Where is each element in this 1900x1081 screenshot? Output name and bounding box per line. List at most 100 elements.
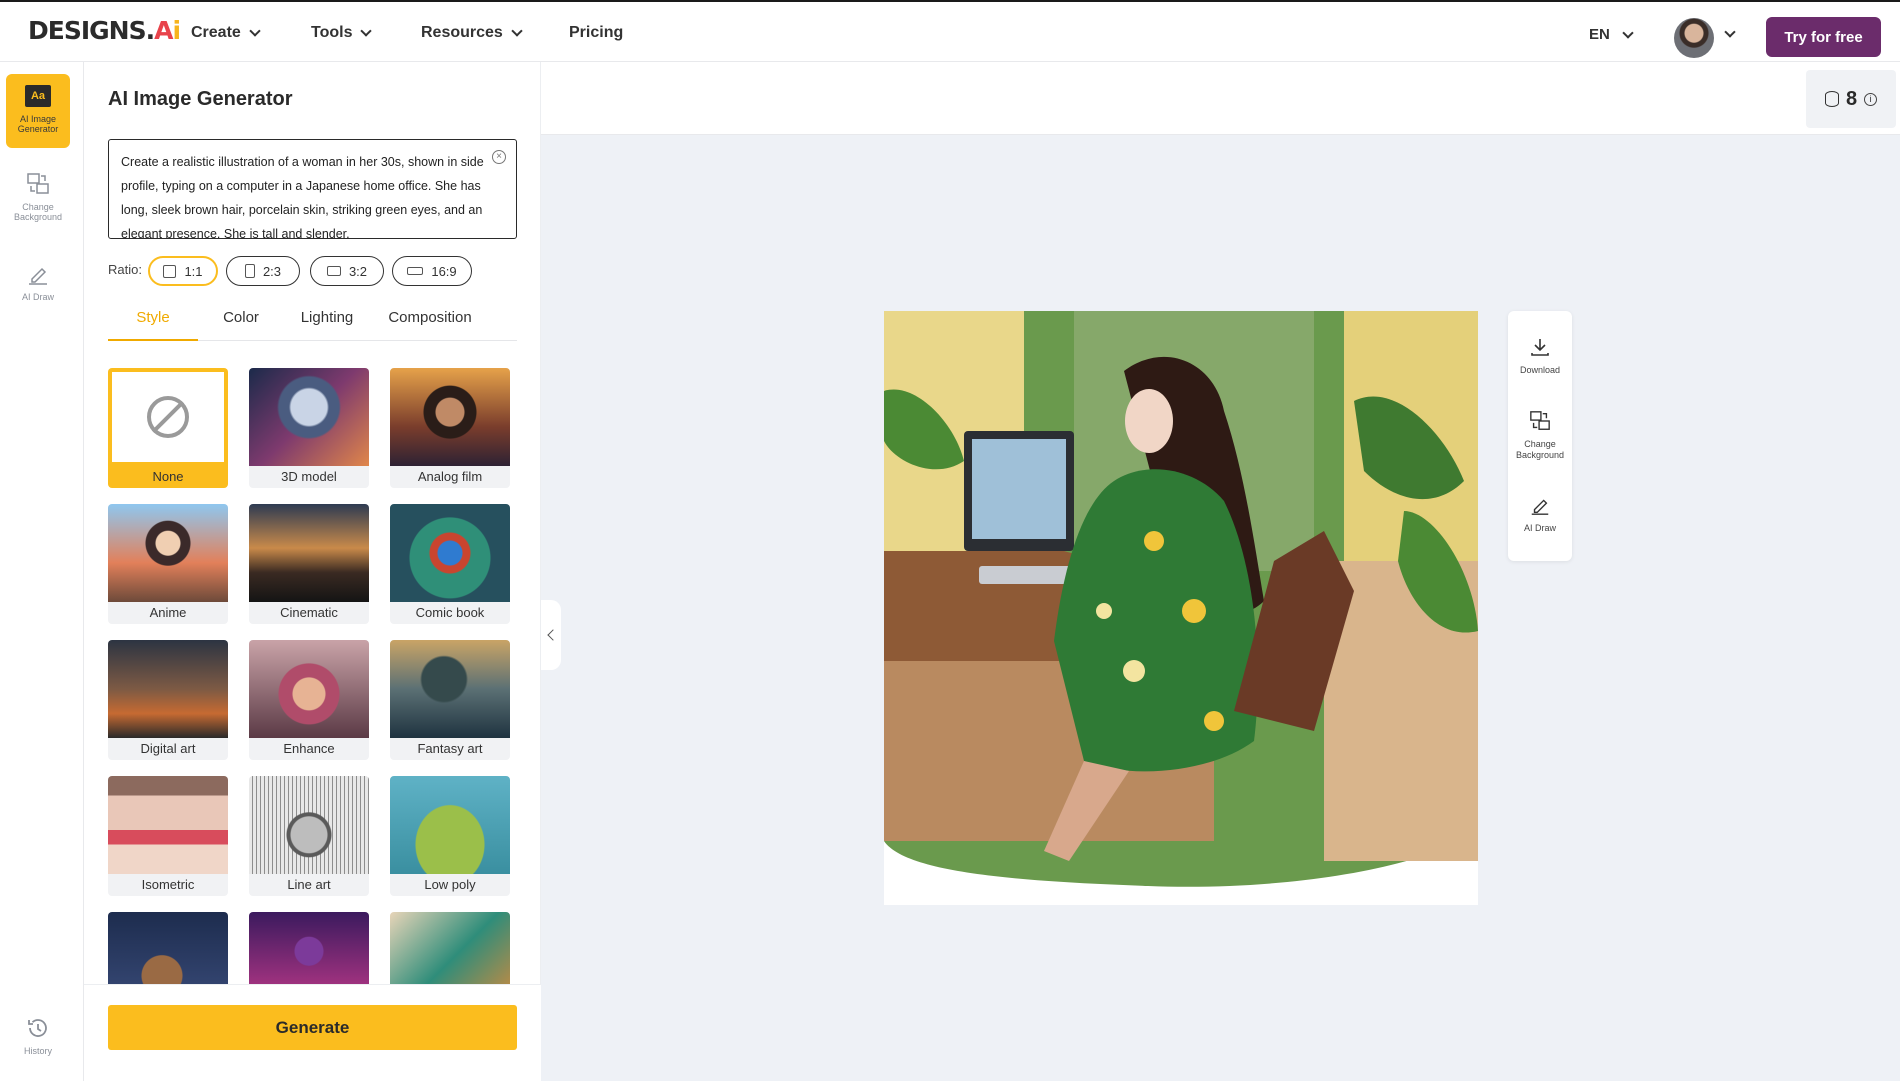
tool-label: Change Background — [1515, 439, 1565, 460]
style-label: Comic book — [415, 605, 485, 620]
download-button[interactable]: Download — [1508, 335, 1572, 376]
style-label: Isometric — [141, 877, 195, 892]
tab-composition[interactable]: Composition — [370, 309, 490, 341]
style-card-3d-model[interactable]: 3D model — [249, 368, 369, 488]
generate-footer: Generate — [84, 984, 541, 1081]
style-label: Low poly — [424, 877, 476, 892]
chevron-down-icon — [1622, 26, 1634, 39]
logo-text: DESIGNS. — [28, 16, 155, 45]
nav-pricing-label: Pricing — [569, 24, 624, 41]
ratio-button-3-2[interactable]: 3:2 — [310, 256, 384, 286]
style-card-digital-art[interactable]: Digital art — [108, 640, 228, 760]
tool-label: AI Draw — [1523, 523, 1556, 533]
aa-icon: Aa — [25, 84, 51, 108]
nav-create-label: Create — [191, 24, 241, 41]
clear-icon[interactable]: × — [492, 150, 506, 164]
rail-item-ai-draw[interactable]: AI Draw — [6, 252, 70, 326]
image-tools: Download Change Background AI Draw — [1508, 311, 1572, 561]
collapse-panel-button[interactable] — [541, 600, 561, 670]
style-thumb — [390, 640, 510, 738]
rail-label: Change Background — [13, 202, 63, 222]
prompt-input[interactable]: Create a realistic illustration of a wom… — [108, 139, 517, 239]
avatar[interactable] — [1674, 18, 1714, 58]
rail-label: History — [23, 1046, 52, 1056]
portrait-icon — [244, 264, 255, 278]
style-thumb — [249, 776, 369, 874]
tab-color[interactable]: Color — [198, 309, 284, 341]
chevron-down-icon[interactable] — [1724, 26, 1736, 38]
chevron-down-icon — [249, 25, 261, 37]
ratio-label-text: 1:1 — [184, 263, 203, 279]
chevron-down-icon — [360, 25, 373, 37]
logo-i: i — [172, 16, 181, 45]
ratio-label-text: 16:9 — [431, 263, 457, 279]
style-card-enhance[interactable]: Enhance — [249, 640, 369, 760]
generated-illustration — [884, 311, 1478, 905]
style-card-none[interactable]: None — [108, 368, 228, 488]
credits-value: 8 — [1845, 87, 1858, 110]
style-card-anime[interactable]: Anime — [108, 504, 228, 624]
designs-ai-logo[interactable]: DESIGNS.Ai — [28, 16, 181, 45]
style-thumb — [108, 640, 228, 738]
style-label: Line art — [287, 877, 331, 892]
rail-item-ai-image-generator[interactable]: Aa AI Image Generator — [6, 74, 70, 148]
ratio-label: Ratio: — [108, 262, 142, 277]
style-card-low-poly[interactable]: Low poly — [390, 776, 510, 896]
square-icon — [163, 264, 177, 278]
rail-item-history[interactable]: History — [6, 1006, 70, 1080]
chevron-down-icon — [511, 25, 523, 37]
nav-pricing[interactable]: Pricing — [569, 24, 623, 42]
style-thumb — [108, 504, 228, 602]
generated-image[interactable] — [884, 311, 1478, 905]
ratio-button-1-1[interactable]: 1:1 — [148, 256, 218, 286]
page-title: AI Image Generator — [108, 88, 293, 110]
logo-a: A — [154, 16, 173, 45]
ratio-label-text: 2:3 — [262, 263, 282, 279]
widescreen-icon — [407, 267, 424, 275]
ai-draw-button[interactable]: AI Draw — [1508, 493, 1572, 534]
language-selector[interactable]: EN — [1589, 26, 1634, 43]
prompt-text: Create a realistic illustration of a wom… — [121, 155, 484, 239]
generator-panel: AI Image Generator Create a realistic il… — [84, 62, 541, 1081]
none-icon — [147, 396, 189, 438]
generate-button[interactable]: Generate — [108, 1005, 517, 1050]
history-icon — [25, 1016, 51, 1040]
rail-label: AI Draw — [21, 292, 54, 302]
left-rail: Aa AI Image Generator Change Background … — [0, 62, 84, 1081]
style-thumb — [249, 368, 369, 466]
change-background-button[interactable]: Change Background — [1508, 409, 1572, 461]
tool-label: Download — [1519, 365, 1561, 375]
nav-tools[interactable]: Tools — [311, 24, 373, 42]
style-thumb — [390, 504, 510, 602]
canvas-header — [541, 62, 1900, 135]
style-label: Analog film — [417, 469, 483, 484]
tab-style[interactable]: Style — [108, 309, 198, 341]
nav-resources[interactable]: Resources — [421, 24, 523, 42]
language-label: EN — [1589, 26, 1610, 43]
nav-tools-label: Tools — [311, 24, 353, 41]
style-thumb — [249, 504, 369, 602]
nav-create[interactable]: Create — [191, 24, 261, 42]
tab-lighting[interactable]: Lighting — [284, 309, 370, 341]
rail-item-change-background[interactable]: Change Background — [6, 162, 70, 236]
ratio-button-16-9[interactable]: 16:9 — [392, 256, 472, 286]
info-icon[interactable]: i — [1864, 92, 1878, 106]
style-label: Digital art — [140, 741, 196, 756]
coins-icon — [1824, 91, 1839, 107]
style-card-comic-book[interactable]: Comic book — [390, 504, 510, 624]
style-card-analog-film[interactable]: Analog film — [390, 368, 510, 488]
style-label: Anime — [149, 605, 187, 620]
style-card-fantasy-art[interactable]: Fantasy art — [390, 640, 510, 760]
style-label: 3D model — [281, 469, 337, 484]
style-thumb — [249, 640, 369, 738]
style-thumb — [108, 776, 228, 874]
chevron-left-icon — [546, 629, 559, 641]
style-card-cinematic[interactable]: Cinematic — [249, 504, 369, 624]
ratio-button-2-3[interactable]: 2:3 — [226, 256, 300, 286]
ratio-label-text: 3:2 — [348, 263, 368, 279]
try-for-free-button[interactable]: Try for free — [1766, 17, 1881, 57]
change-background-icon — [25, 172, 51, 196]
style-card-isometric[interactable]: Isometric — [108, 776, 228, 896]
credits-counter: 8 i — [1806, 70, 1896, 128]
style-card-line-art[interactable]: Line art — [249, 776, 369, 896]
